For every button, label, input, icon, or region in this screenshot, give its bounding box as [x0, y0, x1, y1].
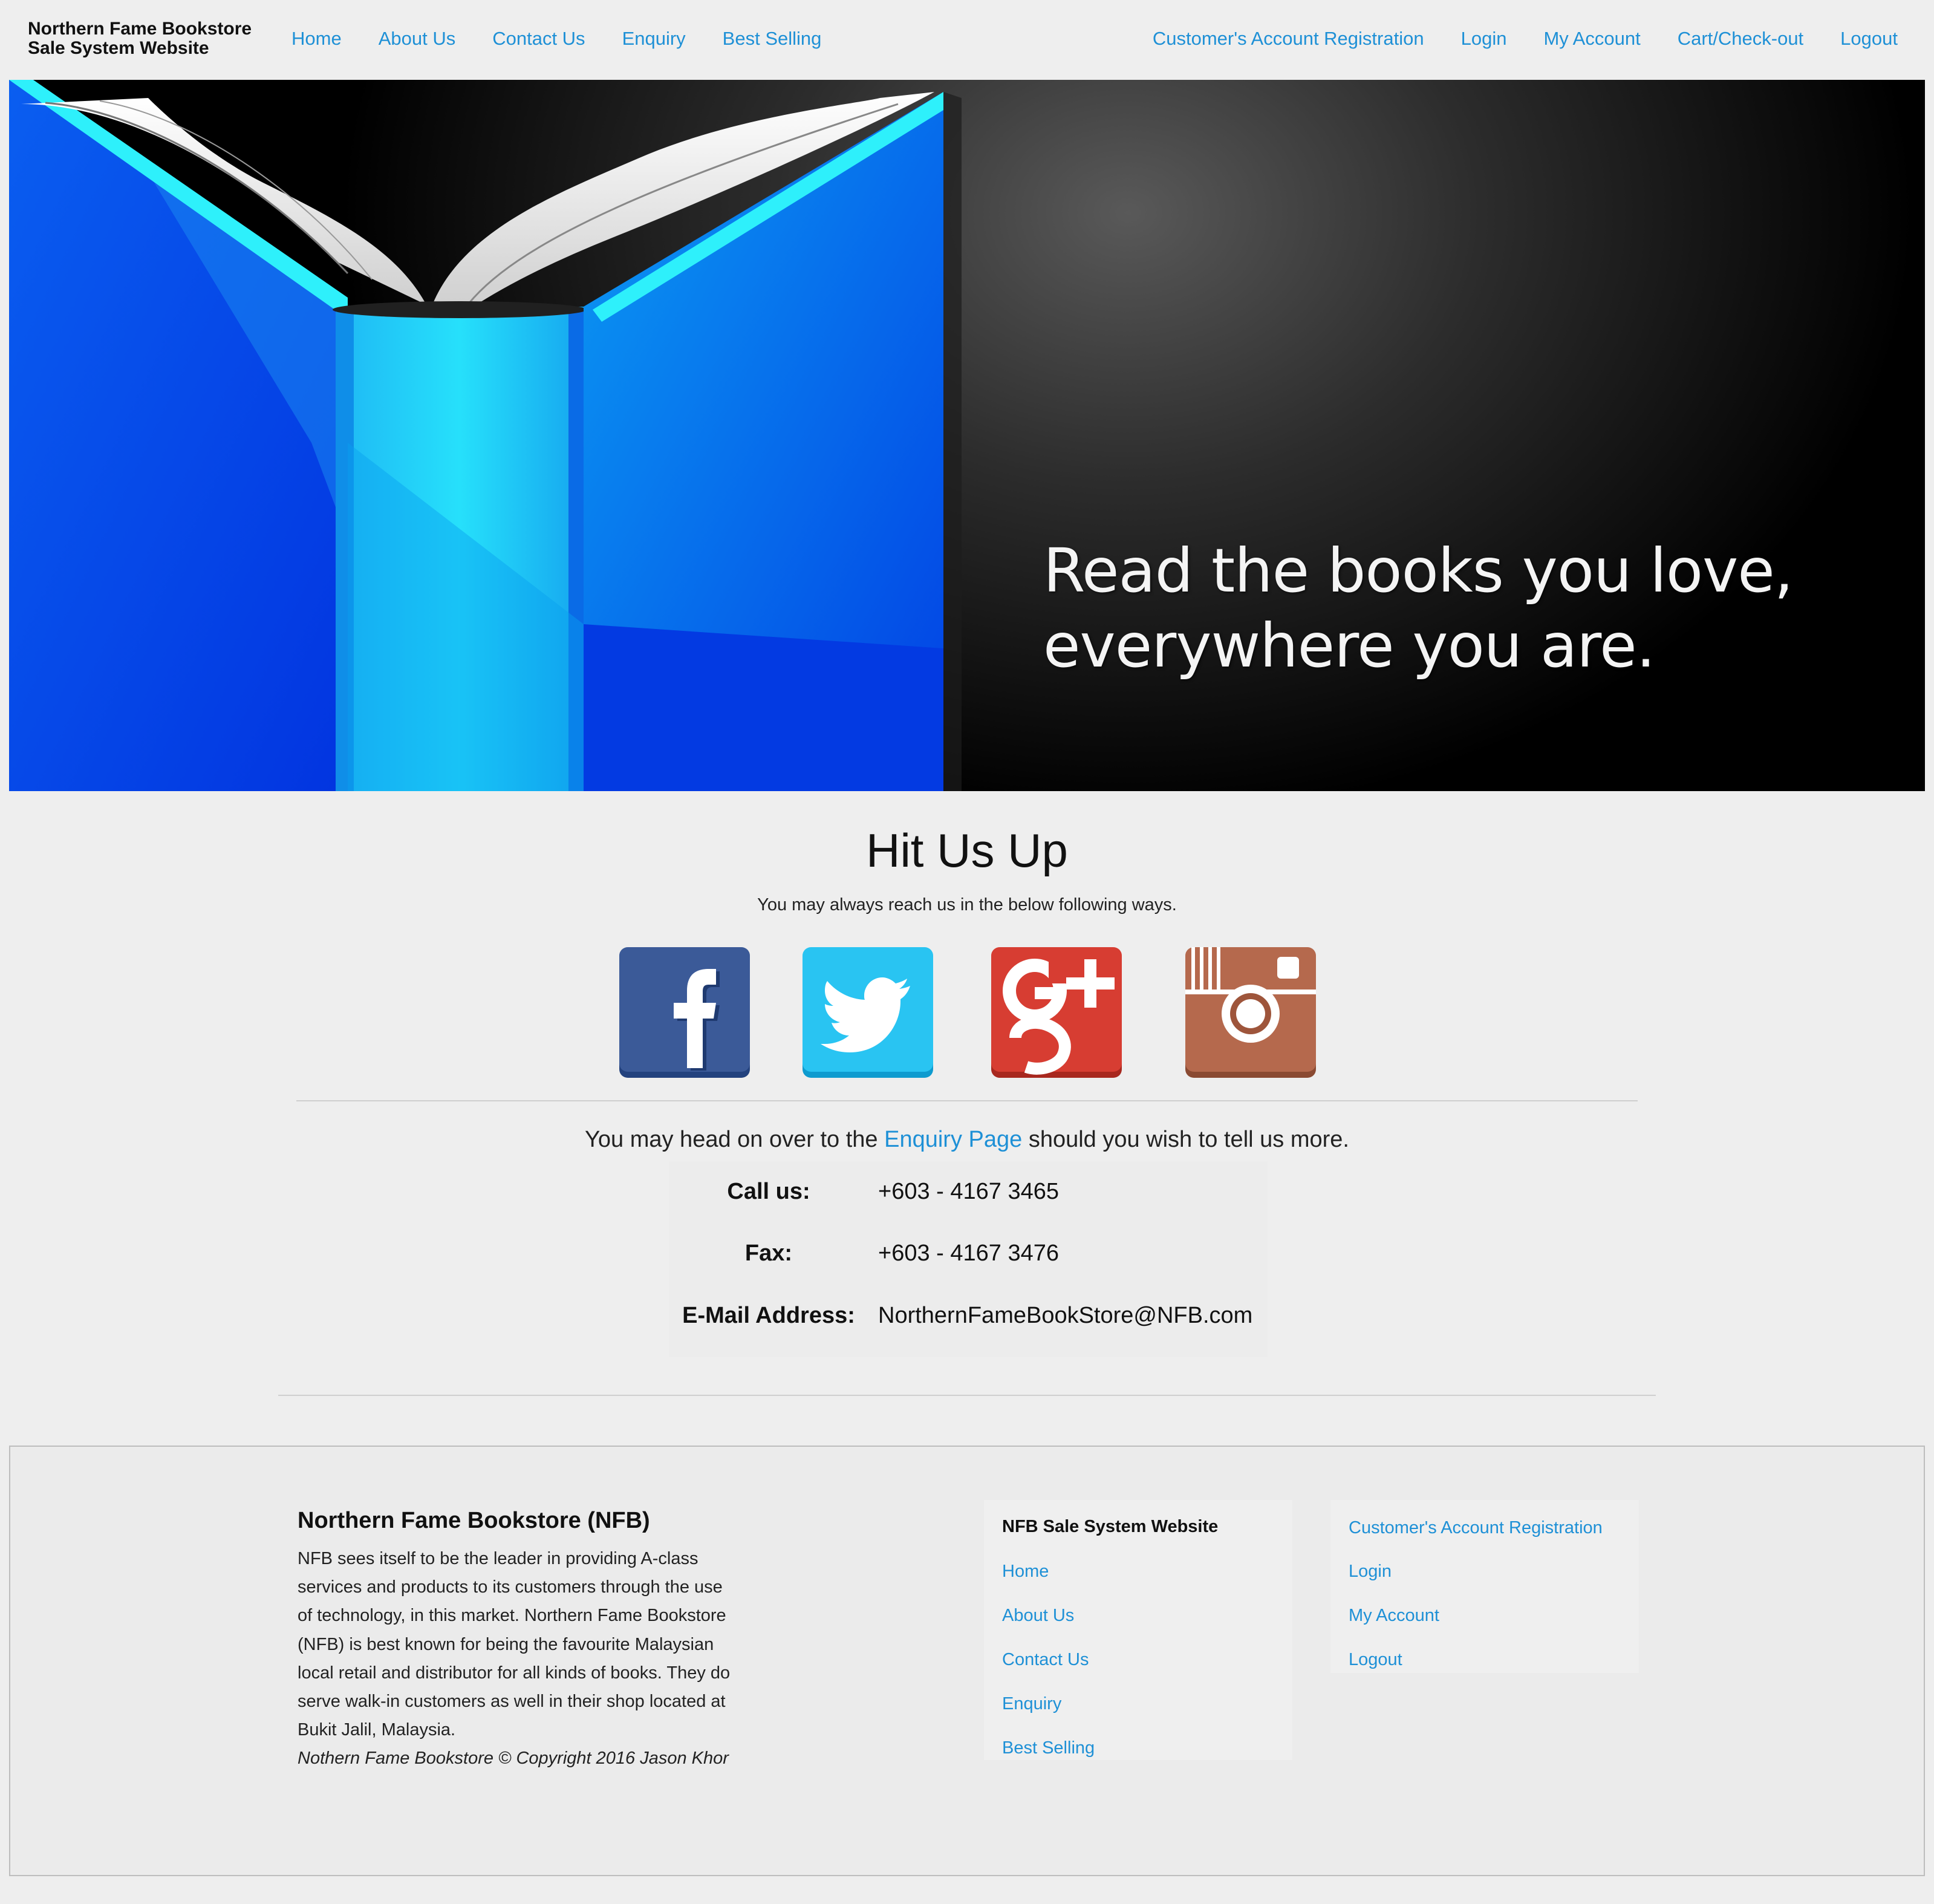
nav-login[interactable]: Login	[1461, 27, 1507, 51]
footer-about-text: NFB sees itself to be the leader in prov…	[298, 1549, 731, 1740]
fax-value: +603 - 4167 3476	[878, 1241, 1059, 1266]
hero-tagline: Read the books you love, everywhere you …	[1043, 533, 1794, 683]
nav-right: Customer's Account Registration Login My…	[1153, 27, 1898, 51]
footer-site-links: NFB Sale System Website Home About Us Co…	[984, 1500, 1292, 1760]
nav-enquiry[interactable]: Enquiry	[622, 27, 686, 51]
twitter-icon[interactable]	[803, 947, 933, 1078]
nav-registration[interactable]: Customer's Account Registration	[1153, 27, 1424, 51]
footer-link-registration[interactable]: Customer's Account Registration	[1349, 1517, 1603, 1539]
enquiry-suffix: should you wish to tell us more.	[1028, 1127, 1349, 1152]
footer-copyright: Nothern Fame Bookstore © Copyright 2016 …	[298, 1749, 729, 1769]
hero-tagline-line-1: Read the books you love,	[1043, 535, 1794, 606]
call-value: +603 - 4167 3465	[878, 1179, 1059, 1204]
nav-contact-us[interactable]: Contact Us	[492, 27, 585, 51]
contact-divider	[296, 1100, 1638, 1101]
hero-tagline-line-2: everywhere you are.	[1043, 610, 1655, 681]
nav-my-account[interactable]: My Account	[1543, 27, 1640, 51]
top-navbar: Northern Fame Bookstore Sale System Webs…	[0, 0, 1934, 80]
brand-line-1: Northern Fame Bookstore	[28, 19, 252, 39]
footer-link-login[interactable]: Login	[1349, 1560, 1392, 1582]
fax-label: Fax:	[744, 1241, 793, 1266]
call-label: Call us:	[727, 1179, 810, 1204]
facebook-icon[interactable]	[619, 947, 750, 1078]
site-brand[interactable]: Northern Fame Bookstore Sale System Webs…	[28, 19, 252, 58]
nav-logout[interactable]: Logout	[1840, 27, 1898, 51]
google-plus-icon[interactable]	[991, 947, 1122, 1078]
section-divider	[278, 1395, 1656, 1396]
enquiry-prompt: You may head on over to the Enquiry Page…	[0, 1125, 1934, 1154]
footer-link-home[interactable]: Home	[1002, 1560, 1049, 1582]
email-label: E-Mail Address:	[682, 1303, 855, 1328]
enquiry-prefix: You may head on over to the	[585, 1127, 878, 1152]
footer-link-best-selling[interactable]: Best Selling	[1002, 1737, 1095, 1759]
nav-about-us[interactable]: About Us	[379, 27, 456, 51]
footer-link-logout[interactable]: Logout	[1349, 1649, 1402, 1671]
contact-subtitle: You may always reach us in the below fol…	[757, 895, 1177, 915]
nav-left: Home About Us Contact Us Enquiry Best Se…	[291, 27, 821, 51]
nav-cart-checkout[interactable]: Cart/Check-out	[1678, 27, 1803, 51]
contact-heading: Hit Us Up	[866, 824, 1068, 877]
footer-link-my-account[interactable]: My Account	[1349, 1605, 1439, 1626]
nav-home[interactable]: Home	[291, 27, 342, 51]
brand-line-2: Sale System Website	[28, 38, 209, 58]
footer-link-contact-us[interactable]: Contact Us	[1002, 1649, 1089, 1671]
footer-col-heading: NFB Sale System Website	[1002, 1517, 1219, 1536]
footer-title: Northern Fame Bookstore (NFB)	[298, 1508, 650, 1533]
email-value: NorthernFameBookStore@NFB.com	[878, 1303, 1253, 1328]
instagram-icon[interactable]	[1185, 947, 1316, 1078]
footer-link-enquiry[interactable]: Enquiry	[1002, 1693, 1061, 1715]
open-book-illustration	[9, 80, 962, 791]
hero-banner: Read the books you love, everywhere you …	[9, 80, 1925, 791]
footer-link-about-us[interactable]: About Us	[1002, 1605, 1074, 1626]
site-footer: Northern Fame Bookstore (NFB) NFB sees i…	[9, 1446, 1925, 1876]
footer-account-links: Customer's Account Registration Login My…	[1330, 1500, 1639, 1673]
enquiry-page-link[interactable]: Enquiry Page	[884, 1127, 1022, 1152]
nav-best-selling[interactable]: Best Selling	[723, 27, 822, 51]
footer-about: NFB sees itself to be the leader in prov…	[298, 1545, 733, 1773]
